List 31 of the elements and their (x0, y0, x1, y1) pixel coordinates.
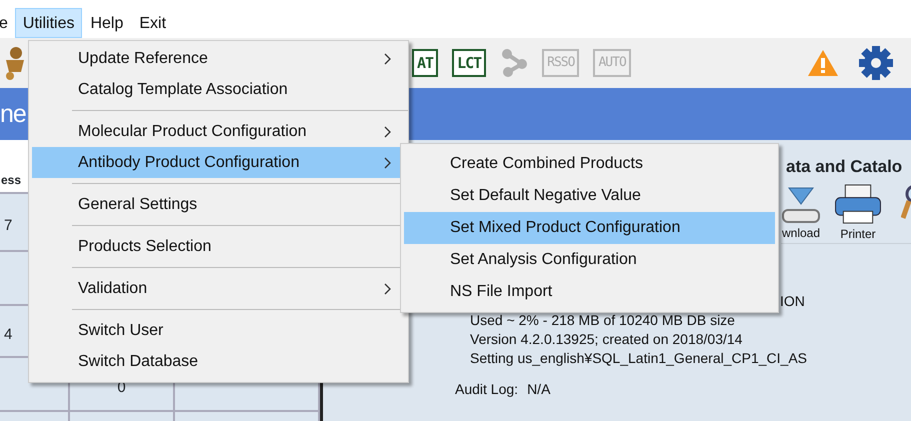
chevron-icon (384, 282, 391, 294)
toolbar-button[interactable]: wnload (781, 184, 821, 243)
chevron-icon (384, 52, 391, 64)
menu-item[interactable]: Catalog Template Association (32, 74, 405, 105)
info-text: Setting us_english¥SQL_Latin1_General_CP1_CI_AS (470, 349, 808, 368)
menu-item[interactable]: Update Reference (32, 43, 405, 74)
info-text: ION (780, 292, 806, 311)
toolbar-button[interactable]: Printer (833, 184, 883, 243)
info-text: Used ~ 2% - 218 MB of 10240 MB DB size (470, 311, 736, 330)
warning-icon[interactable] (807, 49, 839, 77)
menu-item[interactable]: Set Analysis Configuration (404, 244, 775, 276)
menu-bar-item[interactable]: Help (82, 8, 132, 38)
toolbar-tag[interactable]: AT (412, 49, 438, 77)
section-title: ata and Catalo (786, 156, 904, 178)
info-text: Version 4.2.0.13925; created on 2018/03/14 (470, 330, 744, 349)
menu-item[interactable]: Molecular Product Configuration (32, 116, 405, 147)
menu-bar-item[interactable]: Exit (131, 8, 174, 38)
menu-item[interactable]: Set Default Negative Value (404, 180, 775, 212)
audit-value: N/A (527, 380, 550, 399)
menu-bar-item[interactable]: e (0, 8, 15, 38)
menu-item[interactable]: Set Mixed Product Configuration (404, 212, 775, 244)
settings-icon[interactable] (859, 46, 893, 80)
menu-bar-item[interactable]: Utilities (14, 8, 82, 38)
printer-icon (833, 184, 883, 225)
menu-item[interactable]: Create Combined Products (404, 148, 775, 180)
header-title: ne (0, 100, 26, 128)
chevron-icon (384, 126, 391, 138)
chevron-icon (384, 156, 391, 168)
toolbar-tag[interactable]: LCT (452, 49, 486, 77)
audit-label: Audit Log: (455, 380, 518, 399)
menu-item[interactable]: NS File Import (404, 276, 775, 308)
